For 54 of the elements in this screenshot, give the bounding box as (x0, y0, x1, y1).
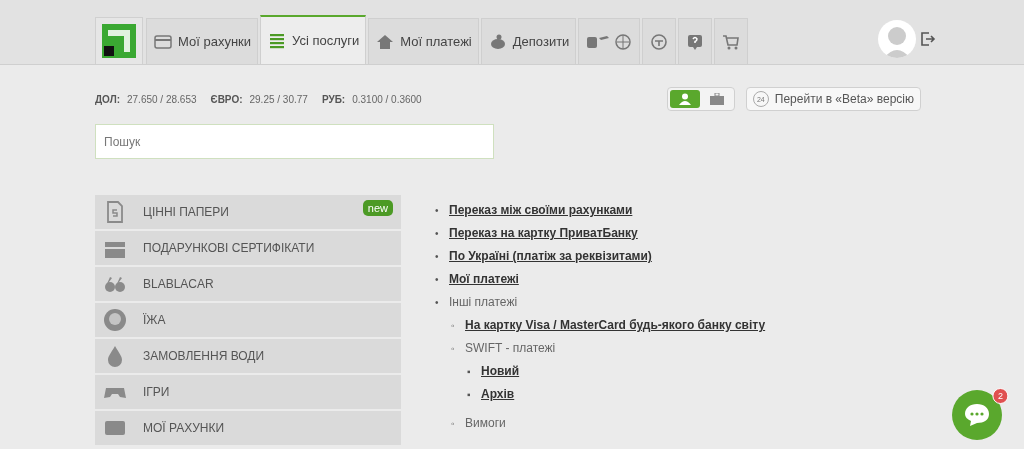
bullet: • (435, 204, 440, 218)
bullet: • (435, 296, 440, 310)
currency-label: РУБ: (321, 93, 346, 105)
currency-label: ЄВРО: (210, 93, 243, 105)
category-item[interactable]: ЦІННІ ПАПЕРИ new (95, 195, 401, 229)
clock-icon (649, 31, 670, 52)
nav-tab[interactable]: Депозити (480, 18, 577, 64)
exchange-rate: 27.650 / 28.653 (127, 93, 197, 105)
nav-tab[interactable]: Мої рахунки (146, 18, 259, 64)
category-item[interactable]: ПОДАРУНКОВІ СЕРТИФІКАТИ (95, 231, 401, 265)
search-field[interactable]: Пошук (95, 124, 494, 159)
chat-button[interactable] (952, 390, 1002, 440)
notification-badge: 2 (992, 388, 1009, 404)
mode-segment[interactable] (669, 90, 700, 108)
link[interactable]: Новий (481, 364, 520, 378)
briefcase-icon (709, 93, 724, 105)
bullet: ◦ (451, 342, 456, 356)
bullet: ▪ (467, 388, 472, 402)
person-icon (678, 93, 691, 105)
category-item[interactable]: BLABLACAR (95, 267, 401, 301)
logo-icon (102, 24, 136, 58)
link[interactable]: Переказ на картку ПриватБанку (449, 226, 638, 240)
link[interactable]: Архів (481, 387, 515, 401)
category-item[interactable]: МОЇ РАХУНКИ (95, 411, 401, 445)
bank-logo[interactable] (95, 17, 143, 64)
chat-bubble-icon (964, 403, 990, 427)
bullet: • (435, 250, 440, 264)
bullet: ◦ (451, 417, 456, 431)
nav-tab[interactable] (642, 18, 677, 64)
link[interactable]: На картку Visa / MasterCard будь-якого банку світу (465, 318, 766, 332)
list-text: SWIFT - платежі (465, 341, 556, 355)
category-item[interactable]: ЗАМОВЛЕННЯ ВОДИ (95, 339, 401, 373)
nav-tab[interactable]: Мої платежі (368, 18, 479, 64)
category-item[interactable]: ІГРИ (95, 375, 401, 409)
list-text: Інші платежі (449, 295, 518, 309)
exchange-rate: 29.25 / 30.77 (249, 93, 308, 105)
nav-tab[interactable] (578, 18, 641, 64)
link[interactable]: По Україні (платіж за реквізитами) (449, 249, 652, 263)
plate-icon (103, 308, 127, 332)
nav-tab[interactable] (714, 18, 749, 64)
list-text: Вимоги (465, 416, 506, 430)
link[interactable]: Переказ між своїми рахунками (449, 203, 633, 217)
bullet: • (435, 273, 440, 287)
bullet: ▪ (467, 365, 472, 379)
bullet: ◦ (451, 319, 456, 333)
category-item[interactable]: ЇЖА (95, 303, 401, 337)
exchange-rate: 0.3100 / 0.3600 (352, 93, 422, 105)
nav-tab[interactable] (678, 18, 713, 64)
new-badge: new (362, 200, 393, 216)
logout-icon[interactable] (920, 31, 936, 47)
bullet: • (435, 227, 440, 241)
currency-label: ДОЛ: (95, 93, 120, 105)
link[interactable]: Мої платежі (449, 272, 519, 286)
nav-tab[interactable]: Усі послуги (260, 15, 367, 64)
